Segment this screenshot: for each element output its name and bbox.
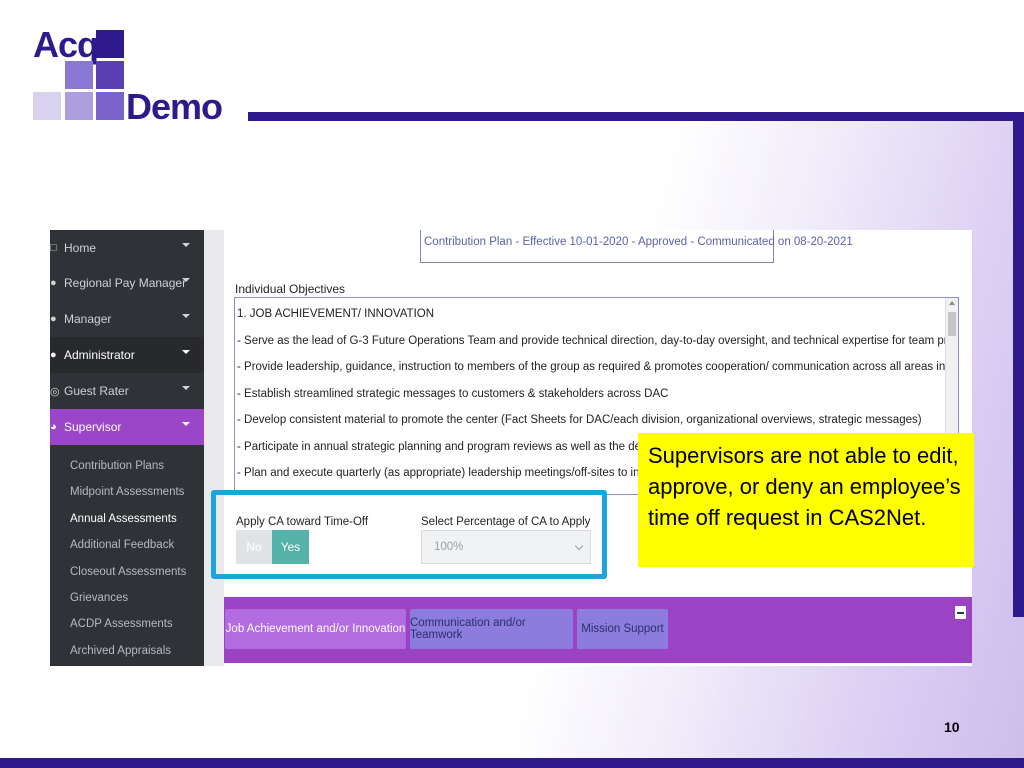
collapse-icon[interactable]	[955, 606, 966, 619]
sidebar: □ Home ● Regional Pay Manager ● Manager …	[50, 230, 204, 666]
top-divider	[248, 112, 1024, 121]
sidebar-item-supervisor[interactable]: ◕ Supervisor	[50, 409, 204, 445]
logo-acq-text: Acq	[33, 24, 99, 65]
sidebar-item-label: Administrator	[64, 348, 135, 362]
sidebar-item-label: Home	[64, 241, 97, 255]
tab-communication-teamwork[interactable]: Communication and/or Teamwork	[410, 609, 573, 649]
sidebar-subitem-acdp-assessments[interactable]: ACDP Assessments	[70, 618, 173, 630]
objective-line: - Establish streamlined strategic messag…	[237, 388, 669, 400]
bottom-divider	[0, 758, 1024, 768]
objective-line: 1. JOB ACHIEVEMENT/ INNOVATION	[237, 308, 435, 320]
laptop-icon: □	[50, 242, 57, 254]
logo-square	[96, 61, 124, 89]
objective-line: - Develop consistent material to promote…	[237, 414, 922, 426]
sidebar-item-manager[interactable]: ● Manager	[50, 301, 204, 337]
user-check-icon: ●	[50, 277, 57, 289]
sidebar-subitem-closeout-assessments[interactable]: Closeout Assessments	[70, 566, 186, 578]
tab-mission-support[interactable]: Mission Support	[577, 609, 668, 649]
sidebar-item-label: Supervisor	[64, 420, 122, 434]
chevron-down-icon	[182, 243, 190, 247]
acqdemo-logo: Acq Demo	[30, 24, 223, 127]
callout-note: Supervisors are not able to edit, approv…	[638, 433, 974, 567]
logo-square	[96, 30, 124, 58]
scrollbar-thumb[interactable]	[948, 312, 956, 336]
eye-icon: ◎	[50, 385, 60, 398]
objective-line: - Serve as the lead of G-3 Future Operat…	[237, 335, 959, 347]
plan-status-banner: Contribution Plan - Effective 10-01-2020…	[420, 230, 853, 263]
sidebar-item-label: Regional Pay Manager	[64, 276, 187, 290]
sidebar-subitem-additional-feedback[interactable]: Additional Feedback	[70, 539, 174, 551]
logo-square	[65, 61, 93, 89]
users-gear-icon: ●	[50, 349, 57, 361]
sidebar-item-home[interactable]: □ Home	[50, 230, 204, 266]
chevron-down-icon	[182, 386, 190, 390]
chevron-down-icon	[182, 314, 190, 318]
sidebar-subitem-contribution-plans[interactable]: Contribution Plans	[70, 460, 164, 472]
clock-icon: ◕	[50, 421, 57, 433]
chevron-down-icon	[182, 350, 190, 354]
sidebar-subitem-archived-appraisals[interactable]: Archived Appraisals	[70, 645, 171, 657]
chevron-down-icon	[182, 278, 190, 282]
scroll-up-icon[interactable]	[949, 301, 955, 305]
highlight-box	[211, 490, 607, 579]
chevron-down-icon	[182, 422, 190, 426]
logo-demo-text: Demo	[126, 86, 223, 127]
sidebar-subitem-grievances[interactable]: Grievances	[70, 592, 128, 604]
sidebar-item-administrator[interactable]: ● Administrator	[50, 337, 204, 373]
sidebar-gutter	[204, 230, 224, 666]
user-check-icon: ●	[50, 313, 57, 325]
logo-square	[65, 92, 93, 120]
sidebar-subitem-annual-assessments[interactable]: Annual Assessments	[70, 513, 177, 525]
sidebar-item-regional-pay-manager[interactable]: ● Regional Pay Manager	[50, 265, 204, 301]
objective-line: - Provide leadership, guidance, instruct…	[237, 361, 959, 373]
tab-job-achievement[interactable]: Job Achievement and/or Innovation	[225, 609, 406, 649]
logo-square	[33, 92, 61, 120]
sidebar-subitem-midpoint-assessments[interactable]: Midpoint Assessments	[70, 486, 184, 498]
objectives-label: Individual Objectives	[235, 282, 346, 296]
right-divider	[1013, 112, 1024, 617]
sidebar-item-guest-rater[interactable]: ◎ Guest Rater	[50, 373, 204, 409]
category-tab-bar: Job Achievement and/or Innovation Commun…	[224, 597, 972, 663]
page-number: 10	[944, 719, 960, 735]
sidebar-item-label: Guest Rater	[64, 384, 129, 398]
sidebar-item-label: Manager	[64, 312, 112, 326]
logo-square	[96, 92, 124, 120]
